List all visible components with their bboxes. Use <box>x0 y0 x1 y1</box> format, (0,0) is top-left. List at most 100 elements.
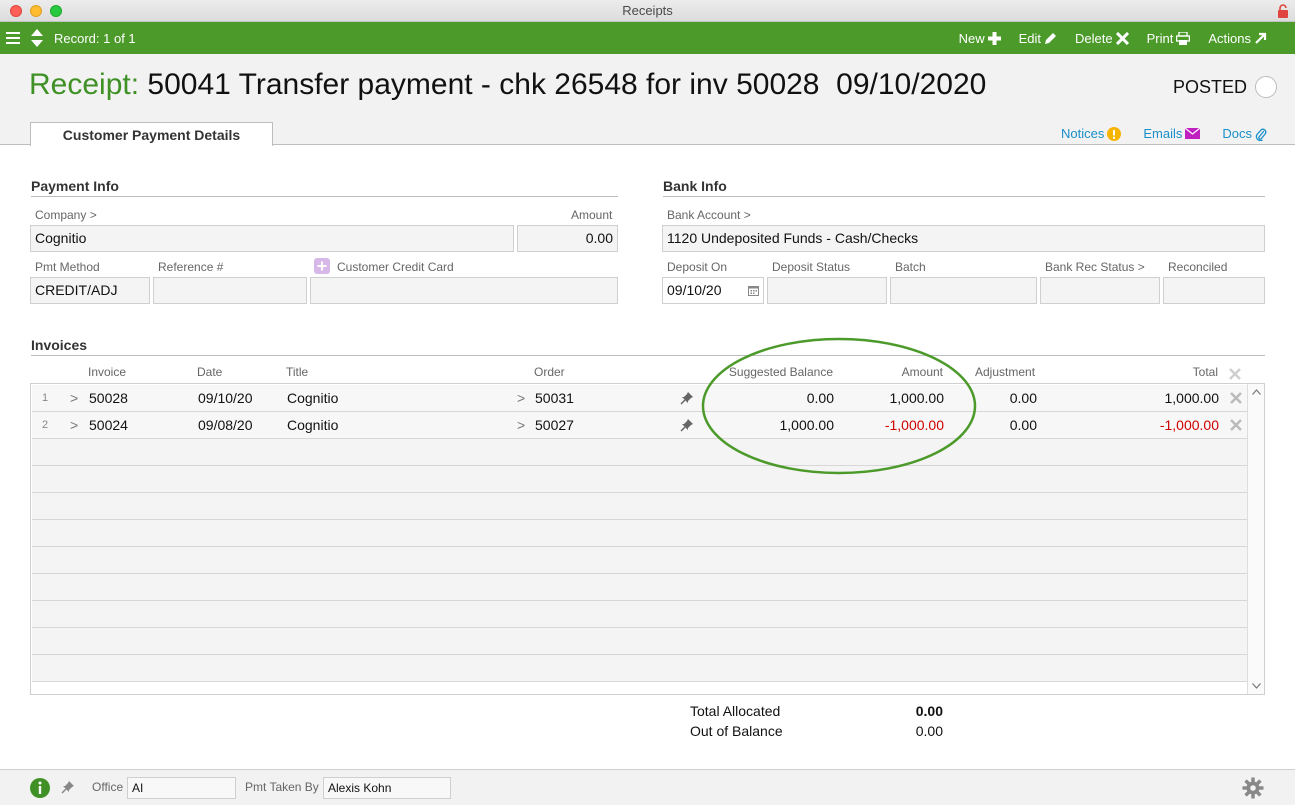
empty-row[interactable] <box>32 574 1248 601</box>
total-allocated-label: Total Allocated <box>690 703 781 719</box>
col-title[interactable]: Title <box>286 365 308 379</box>
zoom-window-button[interactable] <box>50 5 62 17</box>
pmt-method-field[interactable]: CREDIT/ADJ <box>30 277 150 304</box>
amount-field[interactable]: 0.00 <box>517 225 618 252</box>
docs-link[interactable]: Docs <box>1222 126 1267 141</box>
edit-button-label: Edit <box>1018 30 1042 46</box>
notices-link[interactable]: Notices <box>1061 126 1122 141</box>
window-title: Receipts <box>622 3 673 18</box>
arrow-up-right-icon <box>1255 32 1267 44</box>
credit-card-add-icon[interactable] <box>314 258 330 274</box>
remove-row-icon[interactable] <box>1230 419 1242 431</box>
record-navigator-icon[interactable] <box>30 28 44 48</box>
footer-bar: Office AI Pmt Taken By Alexis Kohn <box>0 769 1295 805</box>
pin-icon[interactable] <box>680 391 694 405</box>
scroll-down-icon[interactable] <box>1252 683 1261 689</box>
row-number: 1 <box>42 392 49 404</box>
gear-icon[interactable] <box>1242 777 1264 799</box>
close-window-button[interactable] <box>10 5 22 17</box>
empty-row[interactable] <box>32 628 1248 655</box>
table-row[interactable]: 2 > 50024 09/08/20 Cognitio > 50027 1,00… <box>32 412 1248 439</box>
tab-customer-payment-details[interactable]: Customer Payment Details <box>30 122 273 146</box>
invoice-link-chevron[interactable]: > <box>70 385 78 411</box>
empty-row[interactable] <box>32 601 1248 628</box>
empty-row[interactable] <box>32 466 1248 493</box>
new-button-label: New <box>958 30 985 46</box>
invoices-heading: Invoices <box>31 337 1265 356</box>
bank-account-field[interactable]: 1120 Undeposited Funds - Cash/Checks <box>662 225 1265 252</box>
x-icon <box>1115 31 1129 45</box>
bank-rec-status-label[interactable]: Bank Rec Status > <box>1045 260 1145 274</box>
out-of-balance-value: 0.00 <box>915 723 943 739</box>
empty-row[interactable] <box>32 439 1248 466</box>
pin-icon[interactable] <box>61 780 75 794</box>
scroll-up-icon[interactable] <box>1252 389 1261 395</box>
empty-row[interactable] <box>32 547 1248 574</box>
col-invoice[interactable]: Invoice <box>88 365 126 379</box>
invoice-cell[interactable]: 50028 <box>89 385 128 411</box>
deposit-on-field[interactable]: 09/10/20 <box>662 277 764 304</box>
bank-account-label[interactable]: Bank Account > <box>667 208 751 222</box>
col-order[interactable]: Order <box>534 365 565 379</box>
reference-label: Reference # <box>158 260 224 274</box>
reference-field[interactable] <box>153 277 307 304</box>
pencil-icon <box>1045 32 1057 44</box>
total-cell: -1,000.00 <box>1159 417 1219 433</box>
envelope-icon <box>1185 128 1201 139</box>
batch-field[interactable] <box>890 277 1037 304</box>
deposit-status-field[interactable] <box>767 277 887 304</box>
col-adjustment[interactable]: Adjustment <box>975 365 1035 379</box>
col-total[interactable]: Total <box>1118 365 1218 379</box>
company-label[interactable]: Company > <box>35 208 97 222</box>
menu-icon[interactable] <box>6 31 20 45</box>
title-cell: Cognitio <box>287 390 339 406</box>
invoice-cell[interactable]: 50024 <box>89 412 128 438</box>
company-field[interactable]: Cognitio <box>30 225 514 252</box>
order-cell[interactable]: 50027 <box>535 412 574 438</box>
minimize-window-button[interactable] <box>30 5 42 17</box>
new-button[interactable]: New <box>959 31 1001 46</box>
order-cell[interactable]: 50031 <box>535 385 574 411</box>
actions-button[interactable]: Actions <box>1208 31 1267 46</box>
payment-info-heading: Payment Info <box>31 178 618 197</box>
page-title: Receipt: 50041 Transfer payment - chk 26… <box>29 68 986 102</box>
plus-icon <box>987 31 1001 45</box>
col-date[interactable]: Date <box>197 365 222 379</box>
table-row[interactable]: 1 > 50028 09/10/20 Cognitio > 50031 0.00… <box>32 385 1248 412</box>
table-scrollbar[interactable] <box>1247 384 1264 694</box>
total-cell: 1,000.00 <box>1164 390 1220 406</box>
highlight-ellipse <box>701 337 977 475</box>
office-field[interactable]: AI <box>127 777 236 799</box>
delete-button-label: Delete <box>1075 30 1113 46</box>
print-button[interactable]: Print <box>1147 31 1191 46</box>
emails-link[interactable]: Emails <box>1143 126 1201 141</box>
clear-all-icon[interactable] <box>1229 368 1241 380</box>
posted-toggle[interactable] <box>1255 76 1277 98</box>
order-link-chevron[interactable]: > <box>517 385 525 411</box>
edit-button[interactable]: Edit <box>1019 31 1057 46</box>
order-link-chevron[interactable]: > <box>517 412 525 438</box>
calendar-icon[interactable] <box>748 285 759 296</box>
bank-rec-status-field[interactable] <box>1040 277 1160 304</box>
empty-row[interactable] <box>32 493 1248 520</box>
invoice-link-chevron[interactable]: > <box>70 412 78 438</box>
paperclip-icon <box>1255 128 1267 141</box>
credit-card-field[interactable] <box>310 277 618 304</box>
alert-icon <box>1107 126 1122 141</box>
remove-row-icon[interactable] <box>1230 392 1242 404</box>
credit-card-label: Customer Credit Card <box>337 260 454 274</box>
record-type-label: Receipt: <box>29 68 140 101</box>
deposit-on-label: Deposit On <box>667 260 728 274</box>
record-links: Notices Emails Docs <box>1061 126 1267 141</box>
empty-row[interactable] <box>32 520 1248 547</box>
posted-status: POSTED <box>1173 76 1277 98</box>
record-title: 50041 Transfer payment - chk 26548 for i… <box>147 68 987 101</box>
delete-button[interactable]: Delete <box>1075 31 1129 46</box>
lock-icon[interactable] <box>1277 4 1289 18</box>
office-label: Office <box>92 780 124 794</box>
reconciled-field[interactable] <box>1163 277 1265 304</box>
empty-row[interactable] <box>32 655 1248 682</box>
pmt-taken-by-field[interactable]: Alexis Kohn <box>323 777 451 799</box>
pin-icon[interactable] <box>680 418 694 432</box>
info-icon[interactable] <box>30 778 50 798</box>
